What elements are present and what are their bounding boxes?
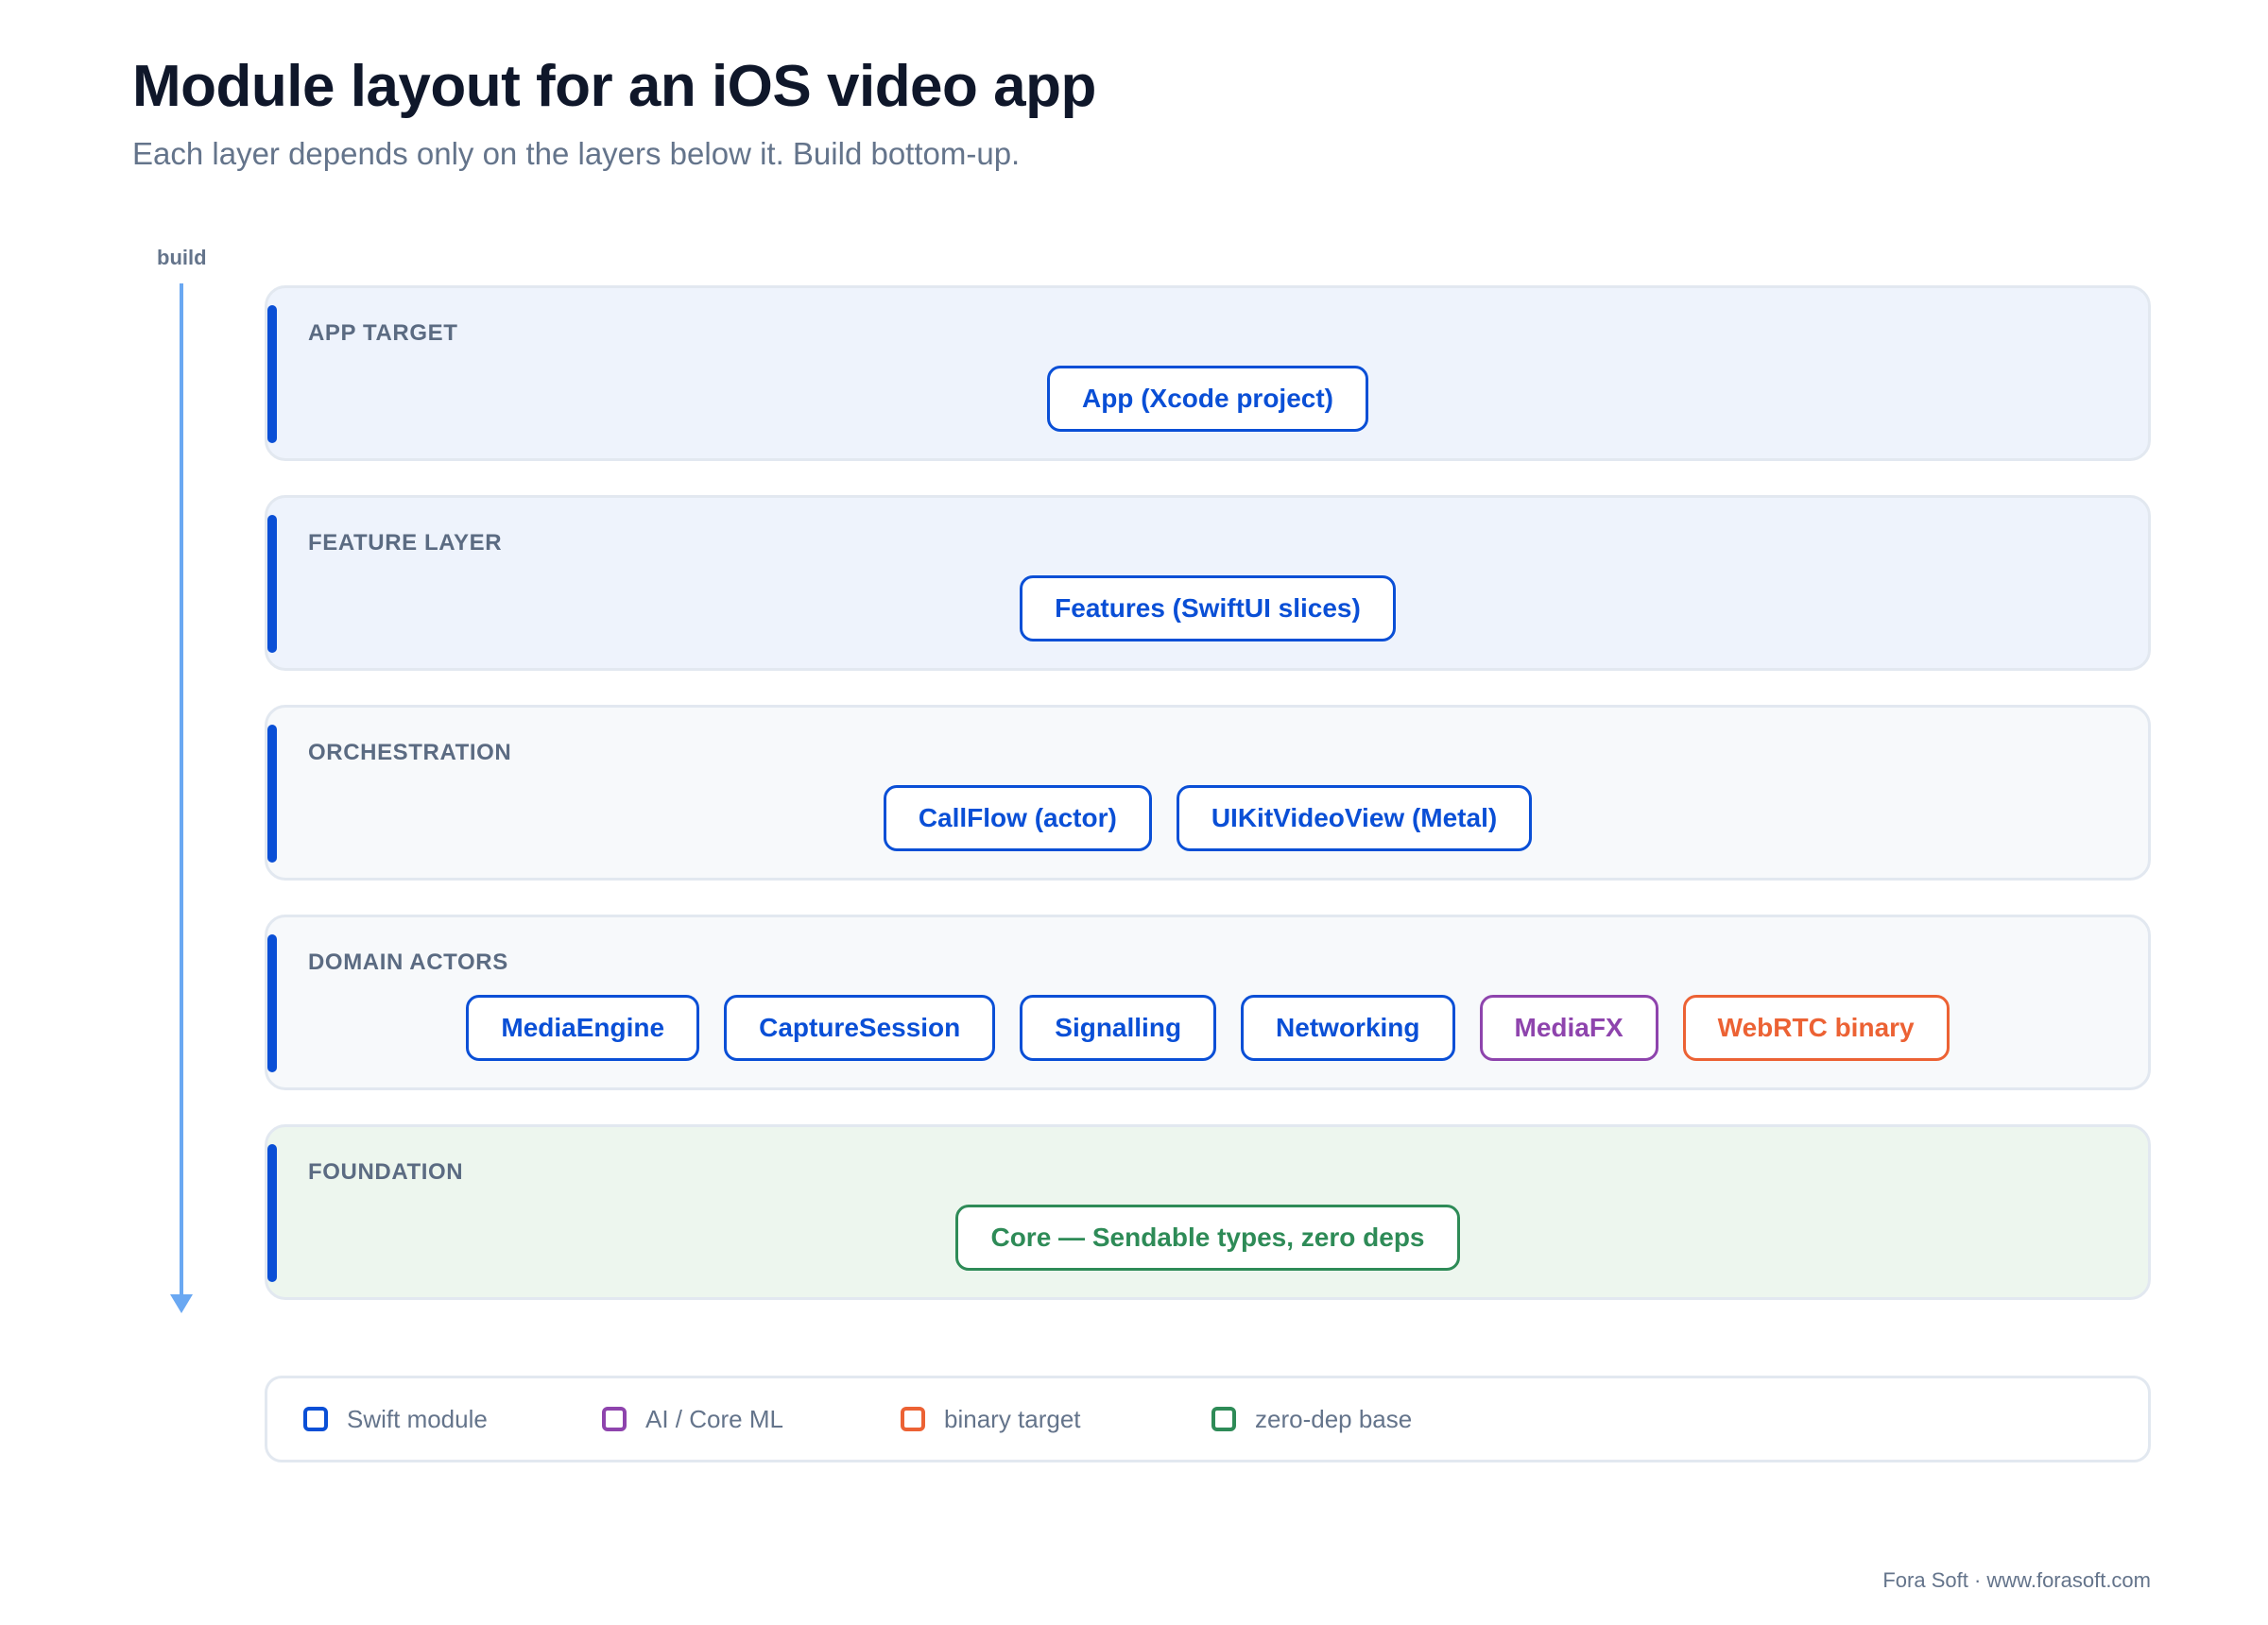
module-media-fx: MediaFX: [1479, 995, 1658, 1061]
module-webrtc-binary: WebRTC binary: [1682, 995, 1950, 1061]
legend-item-ai-core-ml: AI / Core ML: [602, 1378, 783, 1460]
layer-label: ORCHESTRATION: [308, 740, 512, 765]
layer-foundation: FOUNDATION Core — Sendable types, zero d…: [265, 1124, 2151, 1300]
legend-swatch: [1211, 1407, 1236, 1431]
legend-item-zero-dep-base: zero-dep base: [1211, 1378, 1412, 1460]
layer-label: FEATURE LAYER: [308, 530, 503, 556]
module-networking: Networking: [1241, 995, 1455, 1061]
layer-label: APP TARGET: [308, 320, 458, 346]
module-core: Core — Sendable types, zero deps: [955, 1205, 1460, 1271]
legend-item-swift-module: Swift module: [303, 1378, 488, 1460]
legend-label: zero-dep base: [1255, 1404, 1413, 1433]
module-row: CallFlow (actor) UIKitVideoView (Metal): [267, 785, 2148, 851]
module-callflow: CallFlow (actor): [883, 785, 1152, 851]
module-row: MediaEngine CaptureSession Signalling Ne…: [267, 995, 2148, 1061]
layer-app-target: APP TARGET App (Xcode project): [265, 285, 2151, 461]
legend-swatch: [602, 1407, 627, 1431]
module-row: Core — Sendable types, zero deps: [267, 1205, 2148, 1271]
legend-swatch: [901, 1407, 925, 1431]
layer-orchestration: ORCHESTRATION CallFlow (actor) UIKitVide…: [265, 705, 2151, 881]
build-direction-arrow: [170, 283, 193, 1313]
layer-domain-actors: DOMAIN ACTORS MediaEngine CaptureSession…: [265, 915, 2151, 1090]
legend-item-binary-target: binary target: [901, 1378, 1081, 1460]
legend-label: binary target: [944, 1404, 1081, 1433]
module-signalling: Signalling: [1020, 995, 1217, 1061]
module-media-engine: MediaEngine: [466, 995, 700, 1061]
legend-label: Swift module: [347, 1404, 488, 1433]
page-subtitle: Each layer depends only on the layers be…: [132, 136, 1021, 171]
layer-feature: FEATURE LAYER Features (SwiftUI slices): [265, 495, 2151, 671]
module-app: App (Xcode project): [1046, 366, 1368, 432]
legend-swatch: [303, 1407, 328, 1431]
legend-label: AI / Core ML: [645, 1404, 783, 1433]
module-row: Features (SwiftUI slices): [267, 575, 2148, 641]
layer-label: FOUNDATION: [308, 1159, 464, 1185]
module-row: App (Xcode project): [267, 366, 2148, 432]
module-uikit-video-view: UIKitVideoView (Metal): [1176, 785, 1533, 851]
module-capture-session: CaptureSession: [724, 995, 996, 1061]
module-features: Features (SwiftUI slices): [1020, 575, 1396, 641]
footer-credit: Fora Soft · www.forasoft.com: [1882, 1568, 2151, 1592]
build-label: build: [157, 246, 207, 269]
page-title: Module layout for an iOS video app: [132, 54, 1096, 119]
layer-label: DOMAIN ACTORS: [308, 949, 508, 975]
legend: Swift module AI / Core ML binary target …: [265, 1376, 2151, 1462]
